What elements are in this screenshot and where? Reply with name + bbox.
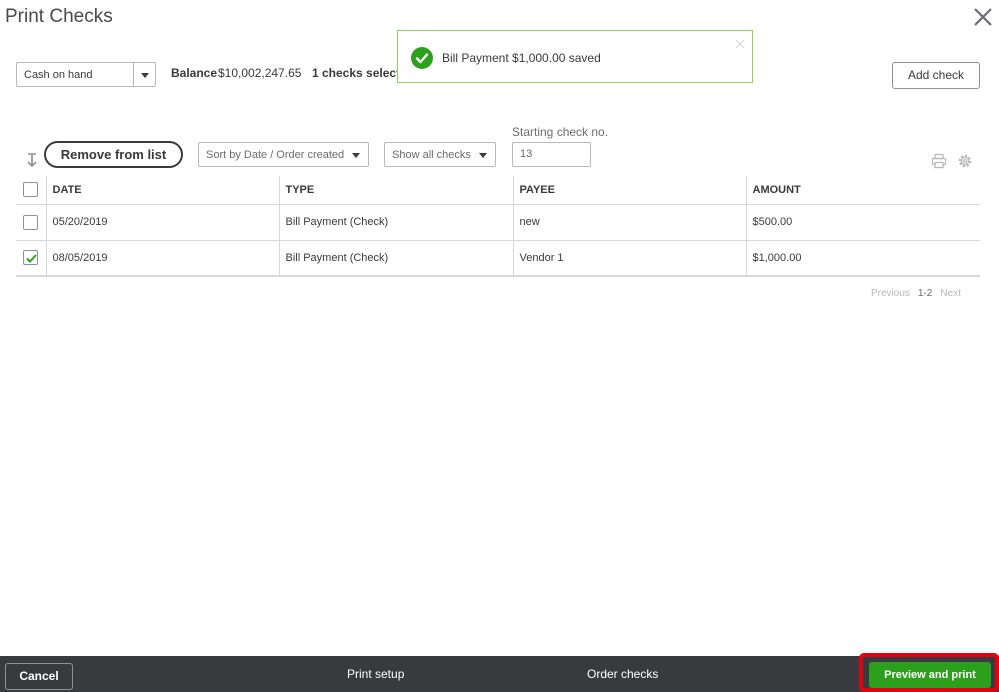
print-setup-link[interactable]: Print setup [347,667,404,681]
sort-dropdown-value: Sort by Date / Order created [206,149,345,161]
balance-value: $10,002,247.65 [218,66,302,80]
cancel-button[interactable]: Cancel [5,663,73,690]
page-range: 1-2 [917,288,933,299]
row-checkbox-cell [16,204,47,241]
dialog-title: Print Checks [5,6,113,27]
next-page-link[interactable]: Next [940,288,961,299]
select-all-checkbox[interactable] [23,182,39,198]
table-row[interactable]: 05/20/2019 Bill Payment (Check) new $500… [16,204,980,241]
cell-date: 05/20/2019 [46,204,280,241]
order-checks-link[interactable]: Order checks [587,667,658,681]
printer-icon[interactable] [931,153,947,169]
account-select[interactable]: Cash on hand [16,62,156,87]
chevron-down-icon [352,153,360,158]
cell-amount: $1,000.00 [746,240,980,277]
remove-from-list-button[interactable]: Remove from list [44,141,183,168]
cell-type: Bill Payment (Check) [279,204,514,241]
gear-icon[interactable] [957,153,973,169]
show-checks-dropdown[interactable]: Show all checks [384,142,496,167]
header-type[interactable]: TYPE [279,176,514,205]
chevron-down-icon [141,73,149,78]
toast-close-icon[interactable] [735,39,745,49]
chevron-down-icon [479,153,487,158]
previous-page-link[interactable]: Previous [871,288,910,299]
table-header-row: DATE TYPE PAYEE AMOUNT [16,176,980,205]
cell-date: 08/05/2019 [46,240,280,277]
sort-arrow-icon[interactable] [25,152,39,168]
footer-bar: Cancel Print setup Order checks [0,656,999,692]
account-select-value: Cash on hand [24,69,93,81]
header-payee[interactable]: PAYEE [513,176,747,205]
checks-selected-count: 1 checks selected [312,66,400,80]
cell-amount: $500.00 [746,204,980,241]
success-toast: Bill Payment $1,000.00 saved [397,30,753,83]
add-check-button[interactable]: Add check [892,62,980,89]
close-icon[interactable] [972,6,994,28]
toast-message: Bill Payment $1,000.00 saved [442,51,601,65]
cell-type: Bill Payment (Check) [279,240,514,277]
sort-dropdown[interactable]: Sort by Date / Order created [198,142,369,167]
balance-label: Balance [171,66,218,80]
preview-and-print-button[interactable]: Preview and print [869,662,991,688]
checkmark-circle-icon [411,47,433,69]
row-checkbox[interactable] [23,214,39,230]
cell-payee: Vendor 1 [513,240,747,277]
header-date[interactable]: DATE [46,176,280,205]
select-divider [133,63,134,86]
pagination: Previous 1-2 Next [871,288,961,299]
cell-payee: new [513,204,747,241]
select-all-cell [16,176,47,205]
row-checkbox-checked[interactable] [23,250,39,266]
starting-check-label: Starting check no. [512,125,609,139]
header-amount[interactable]: AMOUNT [746,176,980,205]
checks-table: DATE TYPE PAYEE AMOUNT 05/20/2019 Bill P… [16,176,980,277]
checkmark-icon [26,254,37,264]
row-checkbox-cell [16,240,47,277]
show-checks-value: Show all checks [392,149,471,161]
table-row[interactable]: 08/05/2019 Bill Payment (Check) Vendor 1… [16,240,980,277]
starting-check-input[interactable]: 13 [512,142,591,167]
